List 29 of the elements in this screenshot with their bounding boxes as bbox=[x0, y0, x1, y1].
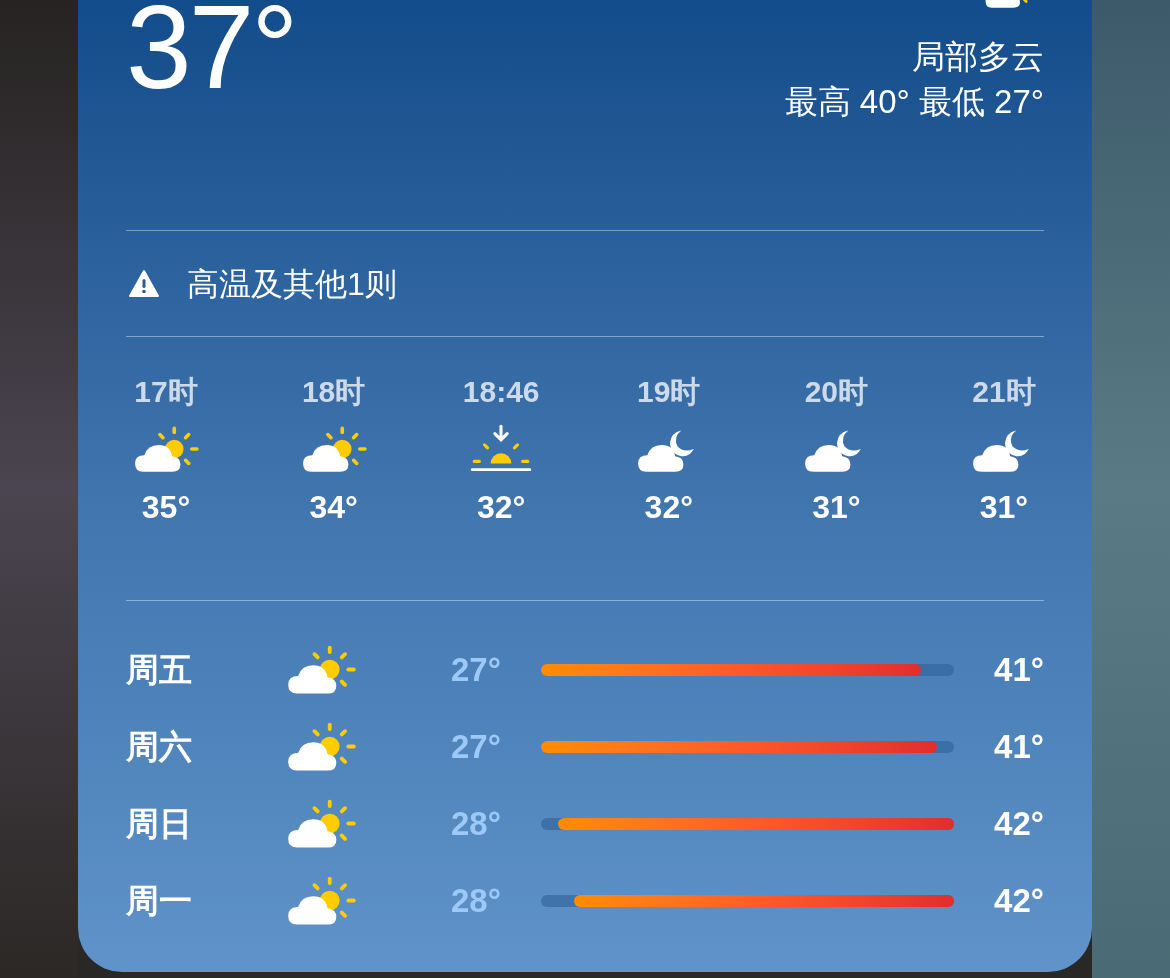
current-temperature: 37° bbox=[126, 0, 296, 106]
hour-temperature: 32° bbox=[477, 491, 526, 523]
hour-label: 19时 bbox=[637, 377, 701, 407]
alert-text[interactable]: 高温及其他1则 bbox=[187, 259, 397, 308]
low-temperature: 28° bbox=[451, 880, 502, 921]
high-temperature: 42° bbox=[993, 803, 1044, 844]
hour-temperature: 35° bbox=[141, 491, 191, 523]
hour-temperature: 34° bbox=[309, 491, 358, 523]
hour-temperature: 32° bbox=[644, 491, 693, 523]
high-low-text: 最高 40° 最低 27° bbox=[784, 85, 1044, 118]
high-temperature: 41° bbox=[993, 649, 1044, 690]
high-temperature: 42° bbox=[993, 880, 1044, 921]
low-temperature: 28° bbox=[451, 803, 502, 844]
day-label: 周一 bbox=[126, 880, 193, 921]
hour-temperature: 31° bbox=[979, 491, 1029, 523]
hour-label: 18时 bbox=[301, 377, 366, 407]
condition-text: 局部多云 bbox=[912, 40, 1044, 73]
warning-icon bbox=[129, 270, 159, 297]
day-label: 周五 bbox=[126, 649, 193, 690]
hour-label: 21时 bbox=[972, 377, 1036, 407]
low-temperature: 27° bbox=[451, 649, 502, 690]
day-label: 周六 bbox=[126, 726, 193, 767]
high-temperature: 41° bbox=[993, 726, 1044, 767]
day-label: 周日 bbox=[126, 803, 193, 844]
low-temperature: 27° bbox=[451, 726, 502, 767]
hour-label: 17时 bbox=[134, 377, 198, 407]
hour-label: 20时 bbox=[804, 377, 869, 407]
hour-temperature: 31° bbox=[812, 491, 861, 523]
hour-label: 18:46 bbox=[462, 377, 540, 407]
